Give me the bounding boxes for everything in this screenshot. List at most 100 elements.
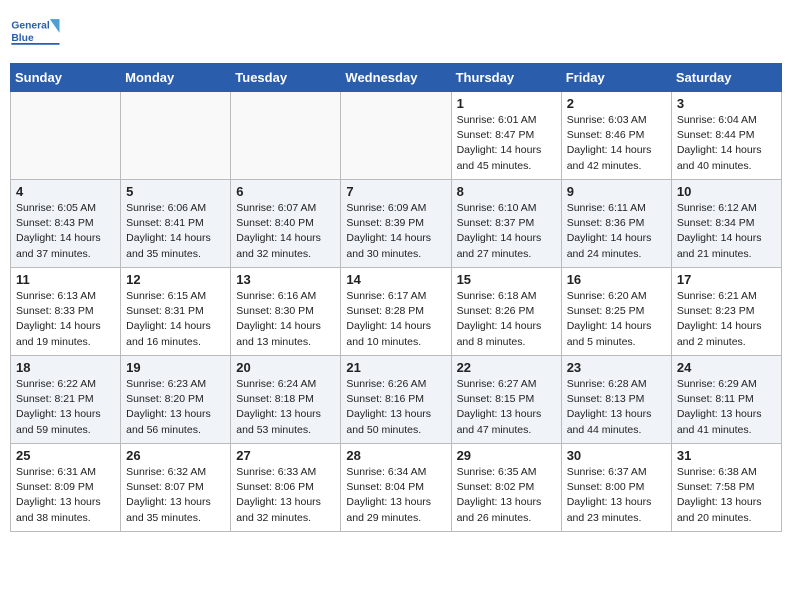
calendar-cell: 1Sunrise: 6:01 AM Sunset: 8:47 PM Daylig… <box>451 92 561 180</box>
day-info: Sunrise: 6:09 AM Sunset: 8:39 PM Dayligh… <box>346 201 445 262</box>
calendar-cell: 24 Sunrise: 6:29 AM Sunset: 8:11 PM Dayli… <box>671 356 781 444</box>
calendar-cell <box>231 92 341 180</box>
day-info: Sunrise: 6:12 AM Sunset: 8:34 PM Dayligh… <box>677 201 776 262</box>
calendar-cell: 20 Sunrise: 6:24 AM Sunset: 8:18 PM Dayli… <box>231 356 341 444</box>
day-number: 10 <box>677 184 776 199</box>
day-number: 30 <box>567 448 666 463</box>
day-info: Sunrise: 6:32 AM Sunset: 8:07 PM Dayligh… <box>126 465 225 526</box>
calendar-cell: 21 Sunrise: 6:26 AM Sunset: 8:16 PM Dayli… <box>341 356 451 444</box>
day-number: 4 <box>16 184 115 199</box>
day-header-friday: Friday <box>561 64 671 92</box>
calendar-cell: 12 Sunrise: 6:15 AM Sunset: 8:31 PM Dayli… <box>121 268 231 356</box>
calendar-cell: 30 Sunrise: 6:37 AM Sunset: 8:00 PM Dayli… <box>561 444 671 532</box>
calendar-cell: 4 Sunrise: 6:05 AM Sunset: 8:43 PM Daylig… <box>11 180 121 268</box>
calendar-header-row: SundayMondayTuesdayWednesdayThursdayFrid… <box>11 64 782 92</box>
calendar-cell: 6 Sunrise: 6:07 AM Sunset: 8:40 PM Daylig… <box>231 180 341 268</box>
calendar-cell: 31 Sunrise: 6:38 AM Sunset: 7:58 PM Dayli… <box>671 444 781 532</box>
day-info: Sunrise: 6:29 AM Sunset: 8:11 PM Dayligh… <box>677 377 776 438</box>
day-info: Sunrise: 6:01 AM Sunset: 8:47 PM Dayligh… <box>457 113 556 174</box>
day-header-tuesday: Tuesday <box>231 64 341 92</box>
calendar-cell: 3Sunrise: 6:04 AM Sunset: 8:44 PM Daylig… <box>671 92 781 180</box>
day-number: 15 <box>457 272 556 287</box>
calendar-cell: 7 Sunrise: 6:09 AM Sunset: 8:39 PM Daylig… <box>341 180 451 268</box>
calendar-cell: 25Sunrise: 6:31 AM Sunset: 8:09 PM Dayli… <box>11 444 121 532</box>
day-info: Sunrise: 6:06 AM Sunset: 8:41 PM Dayligh… <box>126 201 225 262</box>
day-number: 24 <box>677 360 776 375</box>
calendar-cell <box>341 92 451 180</box>
day-number: 28 <box>346 448 445 463</box>
day-number: 22 <box>457 360 556 375</box>
calendar-cell: 16Sunrise: 6:20 AM Sunset: 8:25 PM Dayli… <box>561 268 671 356</box>
day-number: 5 <box>126 184 225 199</box>
day-info: Sunrise: 6:17 AM Sunset: 8:28 PM Dayligh… <box>346 289 445 350</box>
day-info: Sunrise: 6:13 AM Sunset: 8:33 PM Dayligh… <box>16 289 115 350</box>
day-info: Sunrise: 6:11 AM Sunset: 8:36 PM Dayligh… <box>567 201 666 262</box>
day-info: Sunrise: 6:37 AM Sunset: 8:00 PM Dayligh… <box>567 465 666 526</box>
calendar-cell: 19 Sunrise: 6:23 AM Sunset: 8:20 PM Dayli… <box>121 356 231 444</box>
day-number: 9 <box>567 184 666 199</box>
day-number: 12 <box>126 272 225 287</box>
calendar-cell: 18Sunrise: 6:22 AM Sunset: 8:21 PM Dayli… <box>11 356 121 444</box>
day-number: 14 <box>346 272 445 287</box>
day-number: 16 <box>567 272 666 287</box>
calendar-cell: 14 Sunrise: 6:17 AM Sunset: 8:28 PM Dayli… <box>341 268 451 356</box>
day-info: Sunrise: 6:18 AM Sunset: 8:26 PM Dayligh… <box>457 289 556 350</box>
day-header-wednesday: Wednesday <box>341 64 451 92</box>
day-number: 18 <box>16 360 115 375</box>
svg-text:General: General <box>11 21 49 32</box>
day-number: 27 <box>236 448 335 463</box>
day-info: Sunrise: 6:28 AM Sunset: 8:13 PM Dayligh… <box>567 377 666 438</box>
day-number: 31 <box>677 448 776 463</box>
page-header: General Blue <box>10 10 782 55</box>
day-info: Sunrise: 6:15 AM Sunset: 8:31 PM Dayligh… <box>126 289 225 350</box>
day-number: 3 <box>677 96 776 111</box>
day-number: 17 <box>677 272 776 287</box>
day-header-monday: Monday <box>121 64 231 92</box>
calendar-cell: 26Sunrise: 6:32 AM Sunset: 8:07 PM Dayli… <box>121 444 231 532</box>
calendar-cell: 11 Sunrise: 6:13 AM Sunset: 8:33 PM Dayli… <box>11 268 121 356</box>
day-number: 21 <box>346 360 445 375</box>
svg-text:Blue: Blue <box>11 33 34 44</box>
calendar-cell: 17Sunrise: 6:21 AM Sunset: 8:23 PM Dayli… <box>671 268 781 356</box>
calendar-week-row: 1Sunrise: 6:01 AM Sunset: 8:47 PM Daylig… <box>11 92 782 180</box>
calendar-week-row: 11 Sunrise: 6:13 AM Sunset: 8:33 PM Dayli… <box>11 268 782 356</box>
day-info: Sunrise: 6:16 AM Sunset: 8:30 PM Dayligh… <box>236 289 335 350</box>
day-header-sunday: Sunday <box>11 64 121 92</box>
calendar-cell: 2 Sunrise: 6:03 AM Sunset: 8:46 PM Daylig… <box>561 92 671 180</box>
calendar-cell: 10 Sunrise: 6:12 AM Sunset: 8:34 PM Dayli… <box>671 180 781 268</box>
calendar-cell: 23 Sunrise: 6:28 AM Sunset: 8:13 PM Dayli… <box>561 356 671 444</box>
logo: General Blue <box>10 10 65 55</box>
day-header-thursday: Thursday <box>451 64 561 92</box>
day-info: Sunrise: 6:35 AM Sunset: 8:02 PM Dayligh… <box>457 465 556 526</box>
calendar-cell <box>11 92 121 180</box>
day-info: Sunrise: 6:10 AM Sunset: 8:37 PM Dayligh… <box>457 201 556 262</box>
day-info: Sunrise: 6:38 AM Sunset: 7:58 PM Dayligh… <box>677 465 776 526</box>
day-info: Sunrise: 6:24 AM Sunset: 8:18 PM Dayligh… <box>236 377 335 438</box>
calendar-cell: 27Sunrise: 6:33 AM Sunset: 8:06 PM Dayli… <box>231 444 341 532</box>
day-number: 8 <box>457 184 556 199</box>
day-number: 23 <box>567 360 666 375</box>
day-number: 7 <box>346 184 445 199</box>
day-info: Sunrise: 6:07 AM Sunset: 8:40 PM Dayligh… <box>236 201 335 262</box>
calendar-cell: 22Sunrise: 6:27 AM Sunset: 8:15 PM Dayli… <box>451 356 561 444</box>
calendar-week-row: 25Sunrise: 6:31 AM Sunset: 8:09 PM Dayli… <box>11 444 782 532</box>
day-header-saturday: Saturday <box>671 64 781 92</box>
day-number: 11 <box>16 272 115 287</box>
day-number: 25 <box>16 448 115 463</box>
calendar-cell: 9 Sunrise: 6:11 AM Sunset: 8:36 PM Daylig… <box>561 180 671 268</box>
day-number: 6 <box>236 184 335 199</box>
day-info: Sunrise: 6:03 AM Sunset: 8:46 PM Dayligh… <box>567 113 666 174</box>
calendar-table: SundayMondayTuesdayWednesdayThursdayFrid… <box>10 63 782 532</box>
calendar-cell: 5 Sunrise: 6:06 AM Sunset: 8:41 PM Daylig… <box>121 180 231 268</box>
logo-svg: General Blue <box>10 10 65 55</box>
day-info: Sunrise: 6:23 AM Sunset: 8:20 PM Dayligh… <box>126 377 225 438</box>
day-number: 20 <box>236 360 335 375</box>
calendar-cell: 8 Sunrise: 6:10 AM Sunset: 8:37 PM Daylig… <box>451 180 561 268</box>
day-info: Sunrise: 6:05 AM Sunset: 8:43 PM Dayligh… <box>16 201 115 262</box>
day-number: 2 <box>567 96 666 111</box>
day-number: 19 <box>126 360 225 375</box>
day-number: 13 <box>236 272 335 287</box>
day-info: Sunrise: 6:26 AM Sunset: 8:16 PM Dayligh… <box>346 377 445 438</box>
calendar-week-row: 4 Sunrise: 6:05 AM Sunset: 8:43 PM Daylig… <box>11 180 782 268</box>
calendar-cell: 28Sunrise: 6:34 AM Sunset: 8:04 PM Dayli… <box>341 444 451 532</box>
